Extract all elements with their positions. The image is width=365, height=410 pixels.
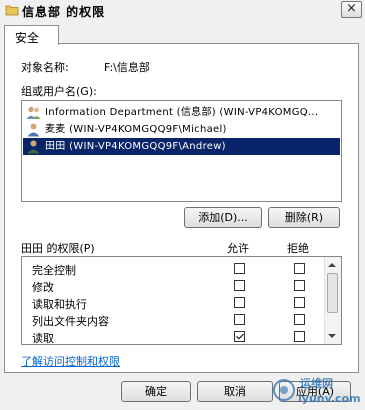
object-name-label: 对象名称: (21, 61, 69, 74)
list-item-label: 田田 (WIN-VP4KOMGQQ9F\Andrew) (45, 141, 226, 152)
group-user-list[interactable]: Information Department (信息部) (WIN-VP4KOM… (21, 100, 342, 202)
object-name-value: F:\信息部 (104, 61, 150, 74)
deny-checkbox[interactable] (294, 314, 305, 325)
permissions-table: 完全控制 修改 读取和执行 列出文件夹内容 读取 (21, 256, 342, 345)
deny-checkbox[interactable] (294, 331, 305, 342)
tab-security[interactable]: 安全 (4, 25, 59, 45)
list-item-michael[interactable]: 麦麦 (WIN-VP4KOMGQQ9F\Michael) (23, 121, 340, 138)
watermark-line2: iyunv.com (298, 392, 361, 405)
close-button[interactable]: × (341, 1, 362, 18)
cancel-button[interactable]: 取消 (197, 381, 273, 402)
allow-checkbox[interactable] (234, 280, 245, 291)
scroll-down-icon[interactable] (328, 334, 336, 338)
list-item-label: Information Department (信息部) (WIN-VP4KOM… (45, 107, 319, 118)
allow-checkbox[interactable] (234, 297, 245, 308)
allow-checkbox[interactable] (234, 263, 245, 274)
groups-label: 组或用户名(G): (21, 85, 97, 98)
allow-checkbox[interactable] (234, 331, 245, 342)
permission-row-modify: 修改 (22, 277, 326, 294)
title-bar: 信息部 的权限 × (0, 0, 365, 22)
add-button[interactable]: 添加(D)... (184, 207, 262, 228)
list-item-andrew[interactable]: 田田 (WIN-VP4KOMGQQ9F\Andrew) (23, 138, 340, 155)
watermark-logo: 运维网 iyunv.com (273, 376, 361, 405)
allow-column-header: 允许 (227, 242, 249, 255)
deny-checkbox[interactable] (294, 263, 305, 274)
group-icon (26, 106, 41, 119)
permission-name: 完全控制 (32, 264, 76, 277)
scroll-up-icon[interactable] (328, 263, 336, 267)
list-item-label: 麦麦 (WIN-VP4KOMGQQ9F\Michael) (45, 124, 227, 135)
permissions-label: 田田 的权限(P) (21, 242, 95, 255)
permission-name: 列出文件夹内容 (32, 315, 109, 328)
permission-row-read-execute: 读取和执行 (22, 294, 326, 311)
scroll-thumb[interactable] (327, 273, 338, 313)
permission-name: 修改 (32, 281, 54, 294)
watermark-line1: 运维网 (300, 376, 333, 390)
tab-strip: 安全 (0, 22, 365, 45)
deny-column-header: 拒绝 (287, 242, 309, 255)
permission-name: 读取 (32, 332, 54, 345)
deny-checkbox[interactable] (294, 297, 305, 308)
ok-button[interactable]: 确定 (121, 381, 191, 402)
permission-row-full-control: 完全控制 (22, 260, 326, 277)
access-control-help-link[interactable]: 了解访问控制和权限 (21, 353, 120, 369)
permissions-scrollbar[interactable] (324, 257, 341, 344)
permission-row-read: 读取 (22, 328, 326, 345)
user-icon (27, 123, 40, 137)
allow-checkbox[interactable] (234, 314, 245, 325)
window-title: 信息部 的权限 (22, 5, 106, 19)
permission-name: 读取和执行 (32, 298, 87, 311)
remove-button[interactable]: 删除(R) (268, 207, 340, 228)
permission-row-list-folder: 列出文件夹内容 (22, 311, 326, 328)
deny-checkbox[interactable] (294, 280, 305, 291)
list-item-information-department[interactable]: Information Department (信息部) (WIN-VP4KOM… (23, 104, 340, 121)
user-icon (27, 140, 40, 154)
folder-icon (5, 5, 19, 16)
